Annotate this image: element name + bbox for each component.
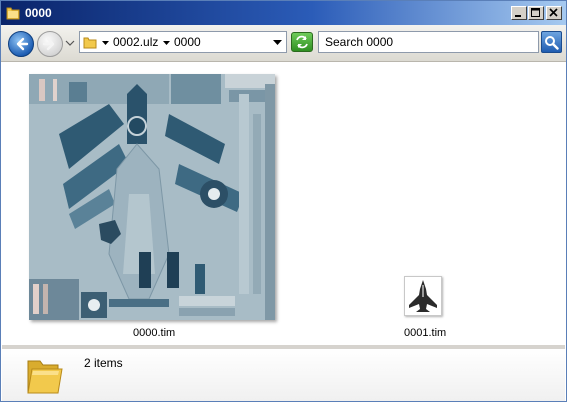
refresh-icon bbox=[296, 35, 308, 49]
item-count: 2 items bbox=[84, 356, 123, 370]
search-icon bbox=[545, 36, 559, 50]
search-input[interactable]: Search 0000 bbox=[318, 31, 539, 53]
navigation-toolbar: 0002.ulz 0000 Search 0000 bbox=[1, 25, 566, 62]
chevron-down-icon[interactable] bbox=[102, 41, 109, 46]
details-pane: 2 items bbox=[2, 349, 565, 401]
forward-arrow-icon bbox=[42, 37, 55, 51]
file-item-0000-thumbnail[interactable] bbox=[29, 74, 275, 320]
back-arrow-icon bbox=[16, 37, 29, 51]
address-bar[interactable]: 0002.ulz 0000 bbox=[79, 31, 287, 53]
explorer-window: 0000 0002.ulz 0000 Search 0000 0000.tim … bbox=[0, 0, 567, 402]
minimize-button[interactable] bbox=[511, 6, 527, 20]
refresh-button[interactable] bbox=[291, 32, 313, 52]
back-button[interactable] bbox=[8, 31, 34, 57]
file-item-name[interactable]: 0000.tim bbox=[133, 327, 175, 339]
file-list[interactable]: 0000.tim 0001.tim bbox=[2, 63, 565, 345]
file-item-0001-thumbnail[interactable] bbox=[404, 276, 442, 316]
close-button[interactable] bbox=[546, 6, 562, 20]
forward-button[interactable] bbox=[37, 31, 63, 57]
address-dropdown-icon[interactable] bbox=[273, 40, 282, 46]
breadcrumb-segment[interactable]: 0002.ulz bbox=[113, 35, 158, 49]
window-title: 0000 bbox=[25, 6, 52, 20]
chevron-down-icon[interactable] bbox=[163, 41, 170, 46]
folder-icon bbox=[27, 360, 63, 394]
recent-pages-dropdown[interactable] bbox=[65, 40, 75, 46]
search-placeholder: Search 0000 bbox=[325, 35, 394, 49]
search-button[interactable] bbox=[541, 31, 562, 53]
folder-icon bbox=[6, 7, 20, 20]
folder-icon bbox=[83, 37, 97, 49]
title-bar[interactable]: 0000 bbox=[1, 1, 566, 25]
file-item-name[interactable]: 0001.tim bbox=[404, 327, 446, 339]
breadcrumb-segment[interactable]: 0000 bbox=[174, 35, 201, 49]
jet-icon bbox=[409, 280, 437, 312]
maximize-button[interactable] bbox=[528, 6, 544, 20]
texture-image bbox=[29, 74, 275, 320]
